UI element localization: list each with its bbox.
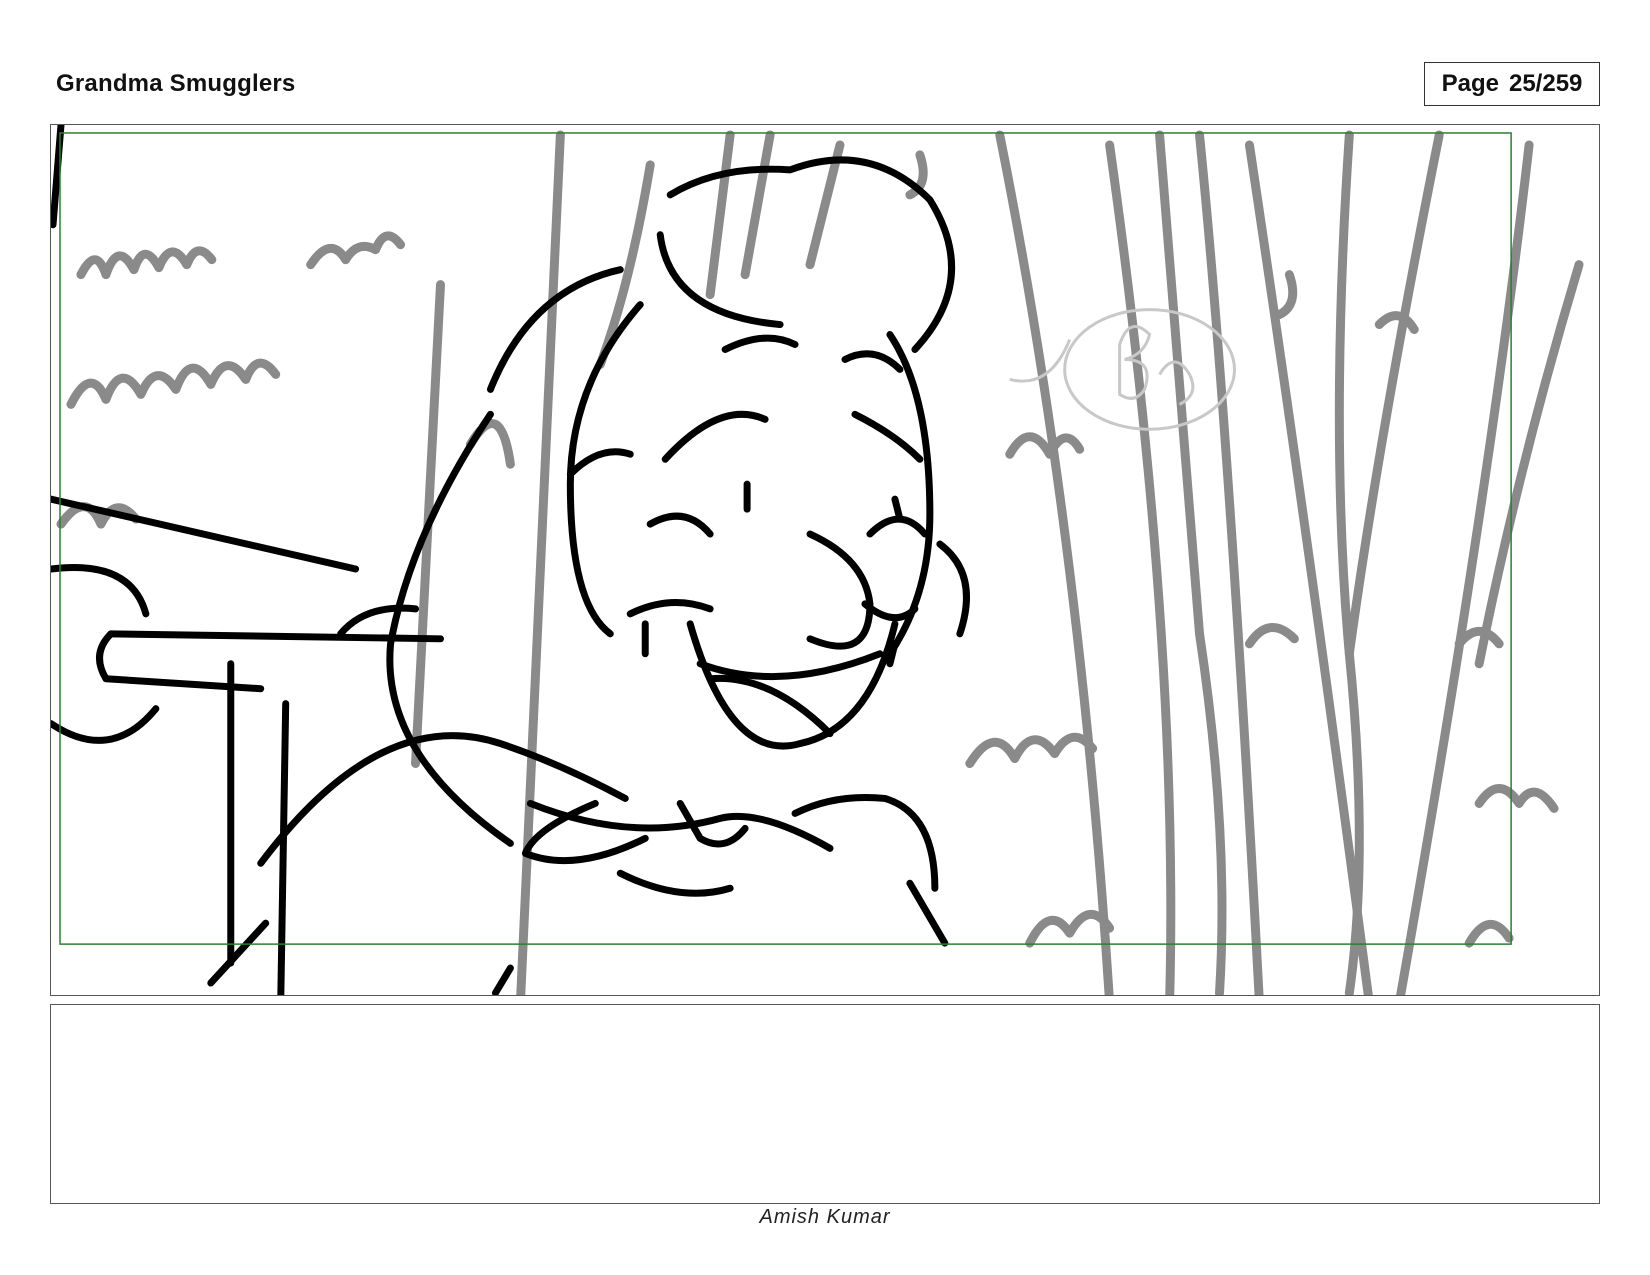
page-number: 25/259	[1508, 70, 1583, 97]
panel-sketch	[51, 125, 1584, 995]
page-label: Page	[1441, 70, 1499, 97]
panel-notes-box	[50, 1004, 1600, 1204]
safe-area-guide	[59, 132, 1512, 945]
artist-credit: Amish Kumar	[759, 1206, 891, 1228]
storyboard-panel	[50, 124, 1600, 996]
background-sketch	[56, 130, 1584, 995]
project-title: Grandma Smugglers	[56, 70, 296, 97]
page-counter: Page 25/259	[1424, 62, 1600, 106]
